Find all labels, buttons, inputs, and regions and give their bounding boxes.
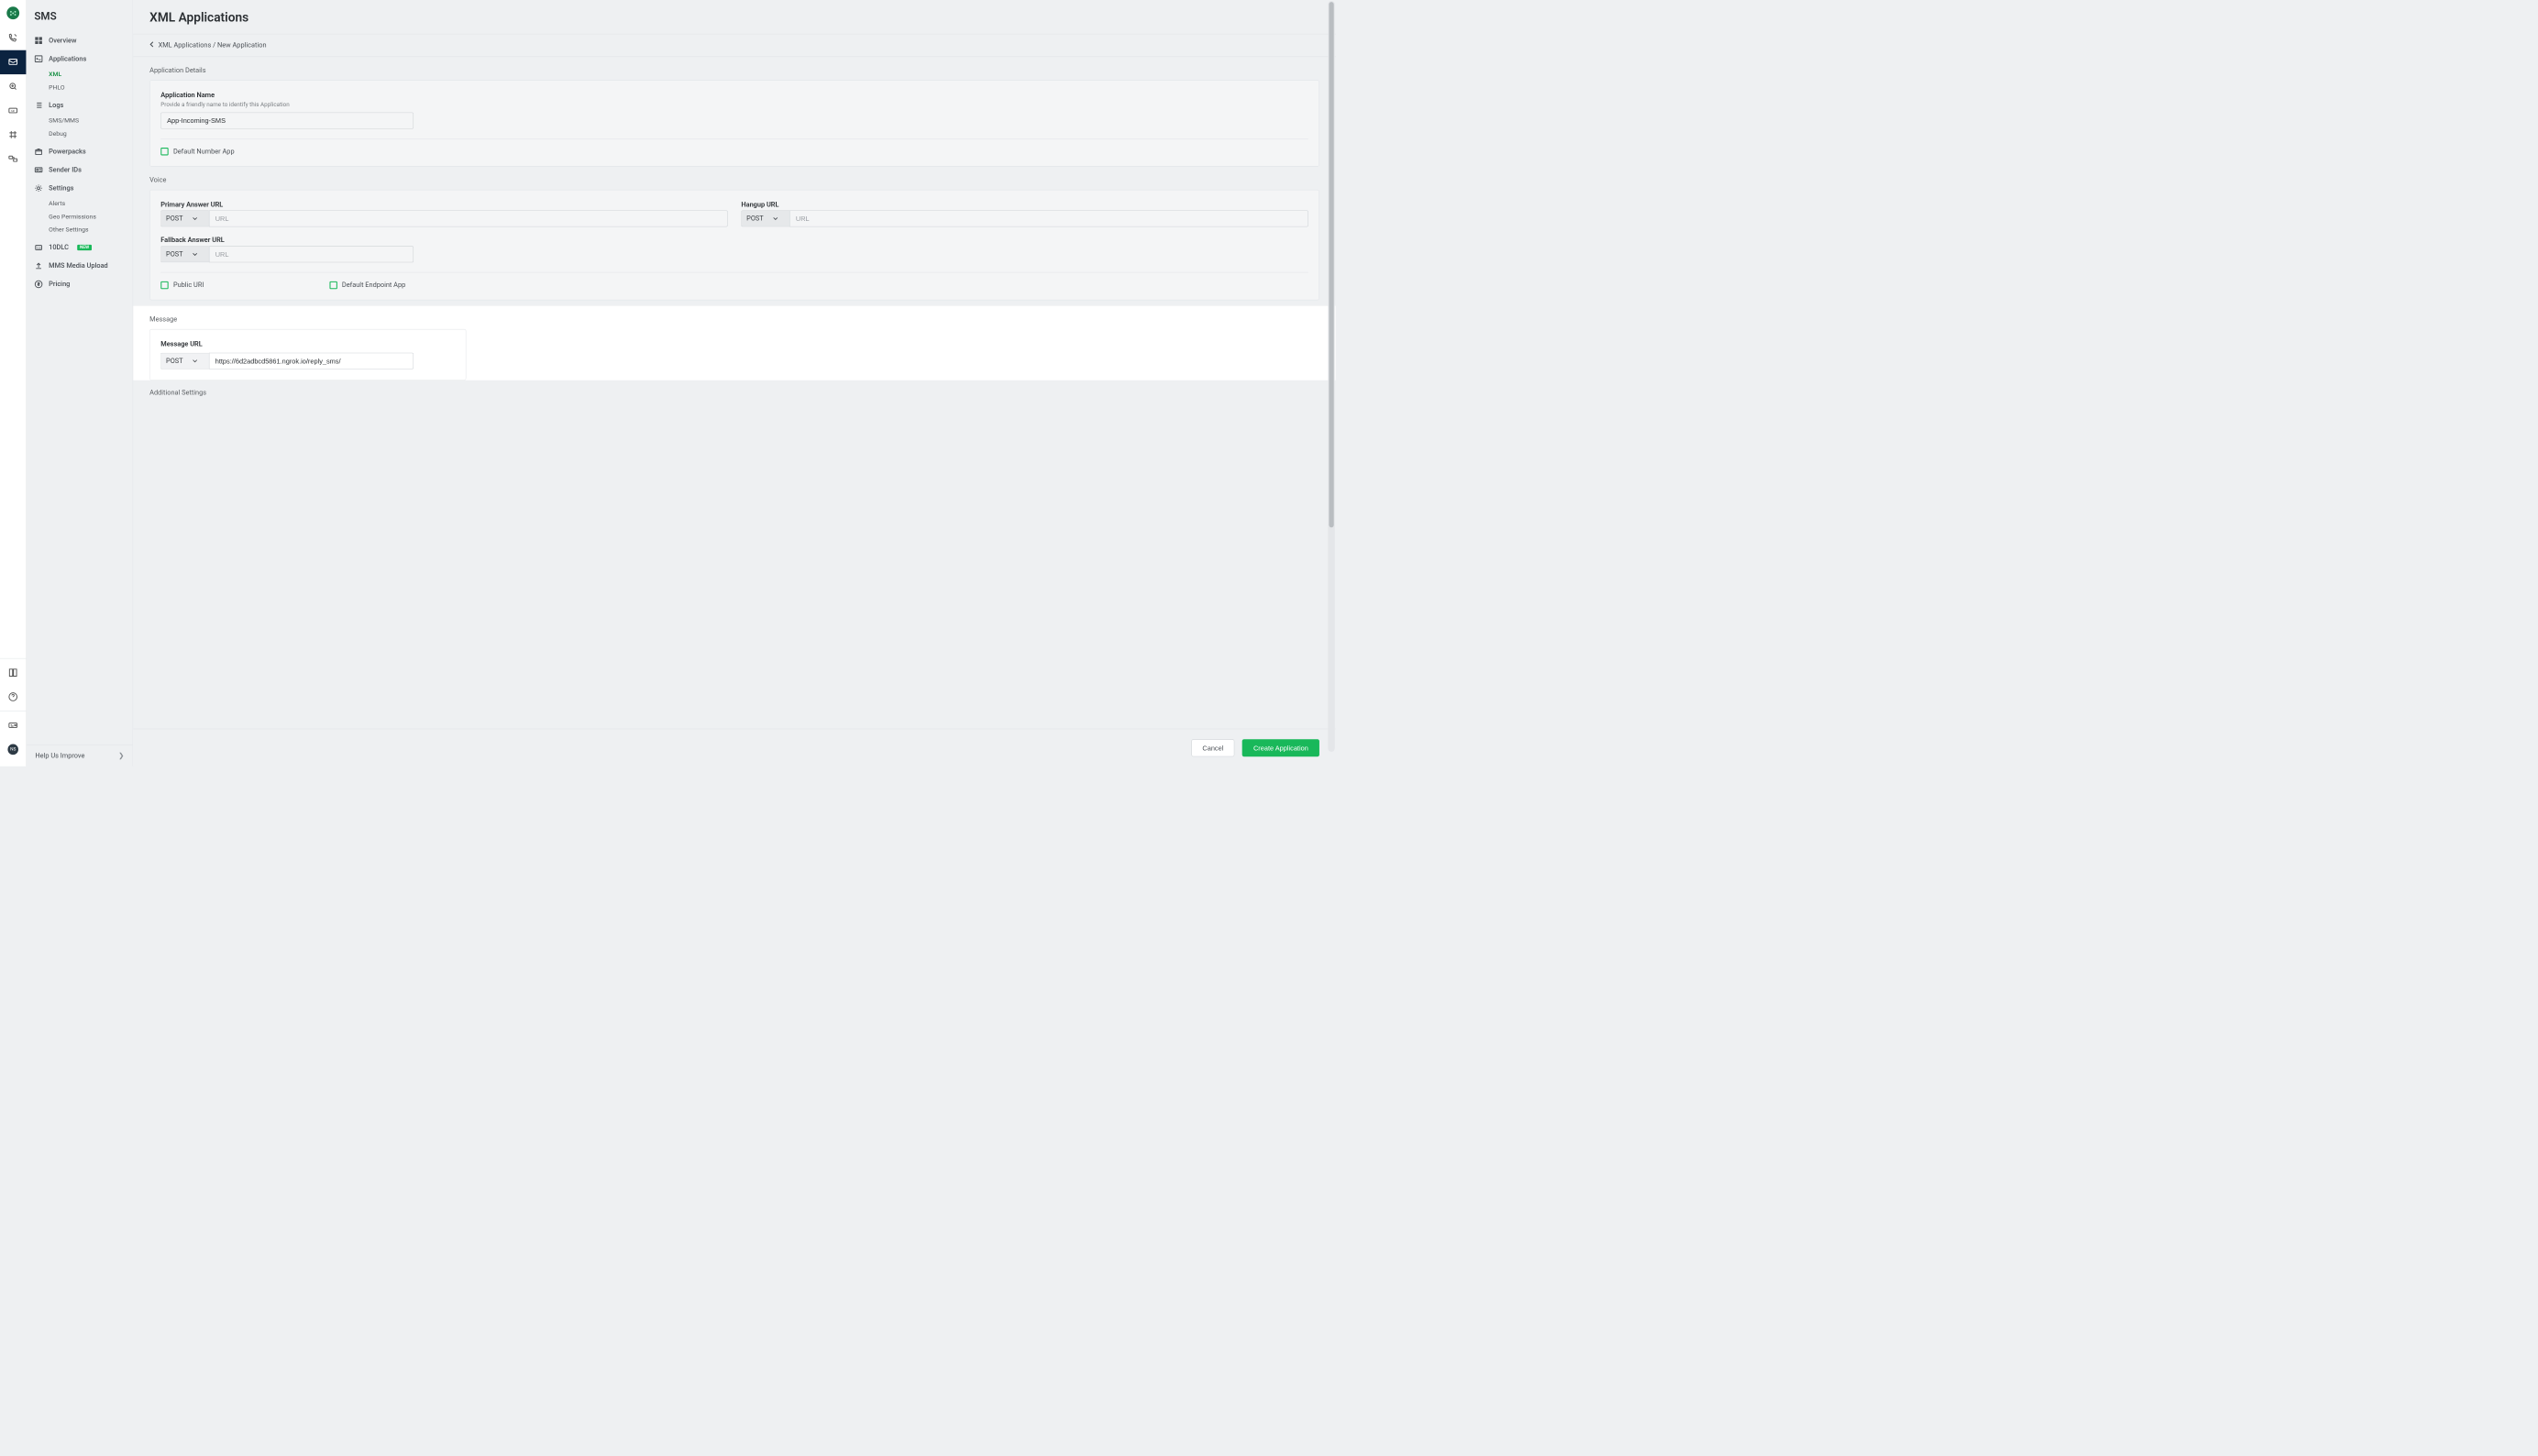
gear-icon: [34, 184, 42, 193]
create-application-button[interactable]: Create Application: [1242, 739, 1319, 756]
nav-sip-icon[interactable]: SIP: [0, 98, 26, 122]
section-voice: Voice: [149, 176, 1319, 183]
new-badge: NEW: [77, 245, 91, 250]
form-footer: Cancel Create Application: [133, 729, 1336, 767]
sidebar-item-settings[interactable]: Settings: [27, 179, 133, 197]
nav-billing-icon[interactable]: [0, 713, 26, 737]
card-app-details: Application Name Provide a friendly name…: [149, 80, 1319, 166]
chevron-down-icon: [773, 215, 778, 222]
scrollbar-thumb[interactable]: [1329, 2, 1333, 527]
message-url-label: Message URL: [160, 340, 414, 347]
checkbox-label-public-uri: Public URI: [173, 281, 204, 289]
primary-answer-url-input[interactable]: [209, 210, 728, 226]
checkbox-default-endpoint-app[interactable]: [329, 281, 337, 289]
dashboard-icon: [34, 36, 42, 44]
nav-lookup-icon[interactable]: [0, 74, 26, 98]
sidebar-item-mms-upload[interactable]: MMS Media Upload: [27, 257, 133, 275]
fallback-method-select[interactable]: POST: [160, 246, 209, 262]
terminal-icon: [34, 54, 42, 62]
nav-numbers-icon[interactable]: [0, 123, 26, 147]
sidebar: SMS Overview Applications XML PHLO Logs …: [27, 0, 133, 767]
form-content: Application Details Application Name Pro…: [133, 57, 1336, 767]
app-name-label: Application Name: [160, 91, 1308, 98]
list-icon: [34, 101, 42, 109]
checkbox-default-number-app[interactable]: [160, 148, 168, 155]
checkbox-label-default-endpoint-app: Default Endpoint App: [342, 281, 405, 289]
sidebar-sub-xml[interactable]: XML: [27, 68, 133, 81]
primary-answer-method-select[interactable]: POST: [160, 210, 209, 226]
app-name-input[interactable]: [160, 113, 414, 129]
upload-icon: [34, 261, 42, 270]
breadcrumb-text[interactable]: XML Applications / New Application: [159, 41, 267, 49]
checkbox-public-uri[interactable]: [160, 281, 168, 289]
section-application-details: Application Details: [149, 67, 1319, 74]
nav-sms-icon[interactable]: [0, 50, 26, 74]
checkbox-label-default-number-app: Default Number App: [173, 148, 235, 155]
nav-other-icon[interactable]: [0, 147, 26, 171]
nav-voice-icon[interactable]: [0, 26, 26, 50]
sidebar-sub-smsmms[interactable]: SMS/MMS: [27, 115, 133, 127]
section-additional-settings: Additional Settings: [149, 389, 1319, 396]
svg-text:SIP: SIP: [11, 109, 15, 113]
fallback-answer-url-label: Fallback Answer URL: [160, 237, 414, 244]
dollar-icon: [34, 280, 42, 288]
breadcrumb: XML Applications / New Application: [133, 34, 1336, 57]
sidebar-item-applications[interactable]: Applications: [27, 50, 133, 68]
sidebar-title: SMS: [27, 0, 133, 31]
main-area: XML Applications XML Applications / New …: [133, 0, 1336, 767]
id-icon: [34, 166, 42, 174]
primary-answer-url-label: Primary Answer URL: [160, 201, 727, 208]
help-us-improve[interactable]: Help Us Improve ❯: [27, 745, 133, 767]
fallback-url-input[interactable]: [209, 246, 414, 262]
chevron-down-icon: [193, 250, 197, 258]
page-title: XML Applications: [149, 11, 1319, 26]
message-url-input[interactable]: [209, 353, 414, 370]
sidebar-item-senderids[interactable]: Sender IDs: [27, 160, 133, 179]
package-icon: [34, 148, 42, 156]
sidebar-sub-geo[interactable]: Geo Permissions: [27, 210, 133, 223]
chevron-right-icon: ❯: [118, 752, 124, 759]
sidebar-sub-phlo[interactable]: PHLO: [27, 81, 133, 94]
chevron-down-icon: [193, 357, 197, 364]
cancel-button[interactable]: Cancel: [1191, 739, 1234, 756]
hangup-url-input[interactable]: [789, 210, 1308, 226]
sidebar-item-overview[interactable]: Overview: [27, 31, 133, 50]
app-name-hint: Provide a friendly name to identify this…: [160, 101, 1308, 107]
scrollbar[interactable]: [1328, 1, 1334, 752]
nav-docs-icon[interactable]: [0, 661, 26, 685]
nav-account-badge[interactable]: NS: [0, 737, 26, 761]
card-message: Message URL POST: [149, 329, 466, 381]
back-chevron-icon[interactable]: [149, 41, 154, 50]
chevron-down-icon: [193, 215, 197, 222]
section-message: Message: [149, 306, 466, 329]
svg-text:123: 123: [37, 246, 41, 249]
sidebar-sub-other[interactable]: Other Settings: [27, 224, 133, 237]
sidebar-sub-alerts[interactable]: Alerts: [27, 197, 133, 210]
number-icon: 123: [34, 243, 42, 251]
card-voice: Primary Answer URL POST Hangup URL: [149, 190, 1319, 301]
sidebar-item-powerpacks[interactable]: Powerpacks: [27, 142, 133, 160]
sidebar-item-pricing[interactable]: Pricing: [27, 275, 133, 293]
hangup-url-label: Hangup URL: [741, 201, 1308, 208]
sidebar-sub-debug[interactable]: Debug: [27, 127, 133, 140]
nav-rail: SIP NS: [0, 0, 27, 767]
brand-logo-icon[interactable]: [6, 6, 20, 20]
sidebar-item-logs[interactable]: Logs: [27, 96, 133, 115]
nav-help-icon[interactable]: [0, 685, 26, 709]
page-header: XML Applications: [133, 0, 1336, 34]
message-method-select[interactable]: POST: [160, 353, 209, 370]
hangup-method-select[interactable]: POST: [741, 210, 789, 226]
sidebar-item-10dlc[interactable]: 123 10DLC NEW: [27, 238, 133, 257]
